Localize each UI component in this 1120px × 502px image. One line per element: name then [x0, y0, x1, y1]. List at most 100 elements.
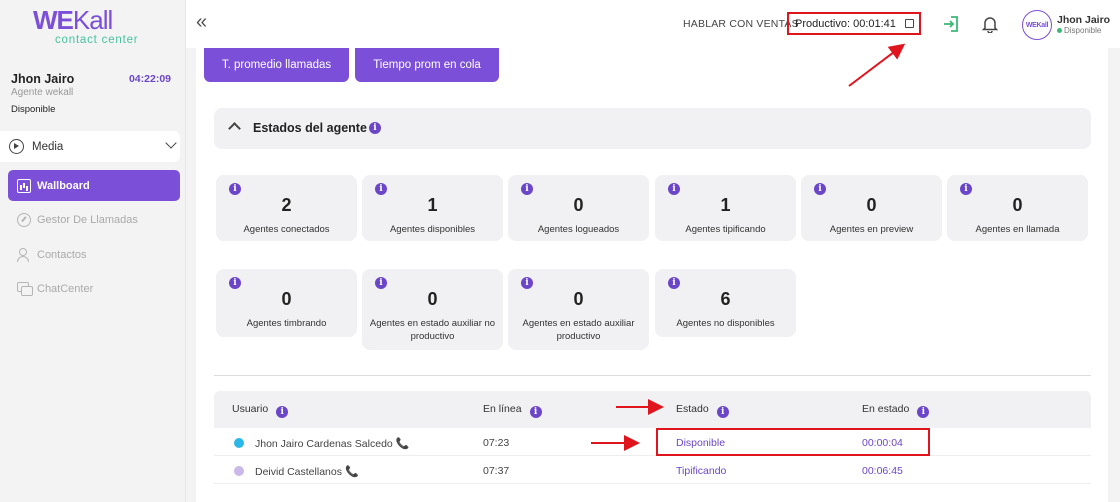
sidebar-item-contactos[interactable]: Contactos	[8, 239, 180, 270]
info-icon[interactable]: i	[369, 122, 381, 134]
card-agentes-aux-productivo: i 0 Agentes en estado auxiliar productiv…	[508, 269, 649, 350]
tab-tiempo-prom-cola[interactable]: Tiempo prom en cola	[355, 48, 499, 82]
card-label: Agentes no disponibles	[676, 318, 775, 329]
sidebar: WEKall contact center Jhon Jairo 04:22:0…	[0, 0, 186, 502]
cell-state: Tipificando	[676, 465, 727, 477]
info-icon[interactable]: i	[229, 277, 241, 289]
header-user-name: Jhon Jairo	[1057, 14, 1111, 26]
status-dot-icon	[1057, 28, 1062, 34]
column-header-label: En línea	[483, 403, 522, 415]
card-label: Agentes logueados	[537, 224, 620, 235]
cell-in-state: 00:06:45	[862, 465, 903, 477]
card-agentes-conectados: i 2 Agentes conectados	[216, 175, 357, 241]
bell-icon[interactable]	[982, 15, 998, 33]
phone-icon[interactable]: 📞	[396, 438, 410, 450]
card-agentes-disponibles: i 1 Agentes disponibles	[362, 175, 503, 241]
agents-table-header: Usuario i En línea i Estado i En estado i	[214, 391, 1091, 428]
info-icon[interactable]: i	[716, 406, 729, 418]
section-title: Estados del agente	[253, 121, 367, 135]
info-icon[interactable]: i	[375, 277, 387, 289]
column-header-label: Estado	[676, 403, 709, 415]
cell-user-name: Deivid Castellanos	[255, 466, 342, 478]
card-agentes-tipificando: i 1 Agentes tipificando	[655, 175, 796, 241]
card-agentes-no-disponibles: i 6 Agentes no disponibles	[655, 269, 796, 337]
cell-user: Jhon Jairo Cardenas Salcedo 📞	[255, 437, 409, 450]
chevron-up-icon[interactable]	[228, 122, 241, 135]
divider	[214, 375, 1091, 376]
card-label: Agentes en estado auxiliar no productivo	[369, 318, 496, 342]
wekall-logo[interactable]: WEKall contact center	[33, 5, 153, 46]
avatar[interactable]: WEKall	[1022, 10, 1052, 40]
card-label: Agentes en estado auxiliar productivo	[522, 318, 635, 342]
card-agentes-en-preview: i 0 Agentes en preview	[801, 175, 942, 241]
info-icon[interactable]: i	[668, 277, 680, 289]
card-value: 0	[573, 289, 584, 309]
card-label: Agentes conectados	[243, 224, 330, 235]
column-header-en-estado[interactable]: En estado i	[862, 403, 930, 418]
card-agentes-timbrando: i 0 Agentes timbrando	[216, 269, 357, 337]
sidebar-item-chatcenter[interactable]: ChatCenter	[8, 273, 180, 304]
chat-icon	[17, 281, 33, 296]
cell-online: 07:37	[483, 465, 510, 477]
info-icon[interactable]: i	[917, 406, 930, 418]
collapse-sidebar-button[interactable]: «	[196, 12, 207, 32]
sidebar-item-gestor-llamadas[interactable]: Gestor De Llamadas	[8, 204, 180, 235]
card-agentes-en-llamada: i 0 Agentes en llamada	[947, 175, 1088, 241]
card-value: 0	[866, 195, 877, 215]
cell-online: 07:23	[483, 437, 510, 449]
media-label: Media	[32, 140, 64, 153]
header-user-status-text: Disponible	[1064, 26, 1102, 35]
login-icon[interactable]	[942, 15, 960, 33]
table-row[interactable]: Deivid Castellanos 📞 07:37 Tipificando 00…	[214, 456, 1091, 484]
status-dot-icon	[234, 466, 244, 476]
agent-timer: 04:22:09	[128, 73, 171, 85]
sidebar-item-wallboard[interactable]: Wallboard	[8, 170, 180, 201]
chevron-down-icon	[165, 137, 177, 149]
info-icon[interactable]: i	[229, 183, 241, 195]
add-user-icon	[17, 247, 31, 262]
logo-kall: Kall	[72, 5, 113, 35]
header-user-status: Disponible	[1057, 26, 1101, 35]
card-label: Agentes disponibles	[389, 224, 476, 235]
tab-t-promedio-llamadas[interactable]: T. promedio llamadas	[204, 48, 349, 82]
info-icon[interactable]: i	[375, 183, 387, 195]
sales-link[interactable]: HABLAR CON VENTAS	[683, 18, 799, 30]
column-header-label: En estado	[862, 403, 910, 415]
sidebar-item-label: Gestor De Llamadas	[37, 213, 138, 226]
productive-label: Productivo: 00:01:41	[795, 17, 896, 30]
agent-status: Disponible	[11, 104, 56, 115]
info-icon[interactable]: i	[521, 277, 533, 289]
logo-we: WE	[33, 5, 74, 35]
info-icon[interactable]: i	[529, 406, 542, 418]
info-icon[interactable]: i	[668, 183, 680, 195]
card-value: 1	[720, 195, 731, 215]
sidebar-item-label: ChatCenter	[37, 282, 94, 295]
card-label: Agentes en llamada	[975, 224, 1060, 235]
stop-square-icon[interactable]	[905, 19, 914, 28]
column-header-estado[interactable]: Estado i	[676, 403, 729, 418]
cell-user-name: Jhon Jairo Cardenas Salcedo	[255, 438, 393, 450]
info-icon[interactable]: i	[960, 183, 972, 195]
info-icon[interactable]: i	[814, 183, 826, 195]
media-dropdown[interactable]: Media	[0, 131, 180, 162]
sidebar-item-label: Wallboard	[37, 179, 90, 192]
agent-states-section-header[interactable]: Estados del agente i	[214, 108, 1091, 149]
column-header-en-linea[interactable]: En línea i	[483, 403, 542, 418]
gauge-icon	[17, 212, 31, 227]
card-value: 0	[427, 289, 438, 309]
card-agentes-logueados: i 0 Agentes logueados	[508, 175, 649, 241]
agent-info: Jhon Jairo 04:22:09 Agente wekall Dispon…	[11, 72, 171, 115]
card-value: 0	[1012, 195, 1023, 215]
status-dot-icon	[234, 438, 244, 448]
info-icon[interactable]: i	[276, 406, 289, 418]
table-row[interactable]: Jhon Jairo Cardenas Salcedo 📞 07:23 Dispo…	[214, 428, 1091, 456]
wallboard-icon	[17, 178, 31, 193]
card-value: 0	[281, 289, 292, 309]
productive-timer[interactable]: Productivo: 00:01:41	[787, 12, 921, 35]
card-value: 6	[720, 289, 731, 309]
sidebar-item-label: Contactos	[37, 248, 87, 261]
info-icon[interactable]: i	[521, 183, 533, 195]
card-value: 1	[427, 195, 438, 215]
phone-icon[interactable]: 📞	[345, 466, 359, 478]
column-header-usuario[interactable]: Usuario i	[232, 403, 289, 418]
